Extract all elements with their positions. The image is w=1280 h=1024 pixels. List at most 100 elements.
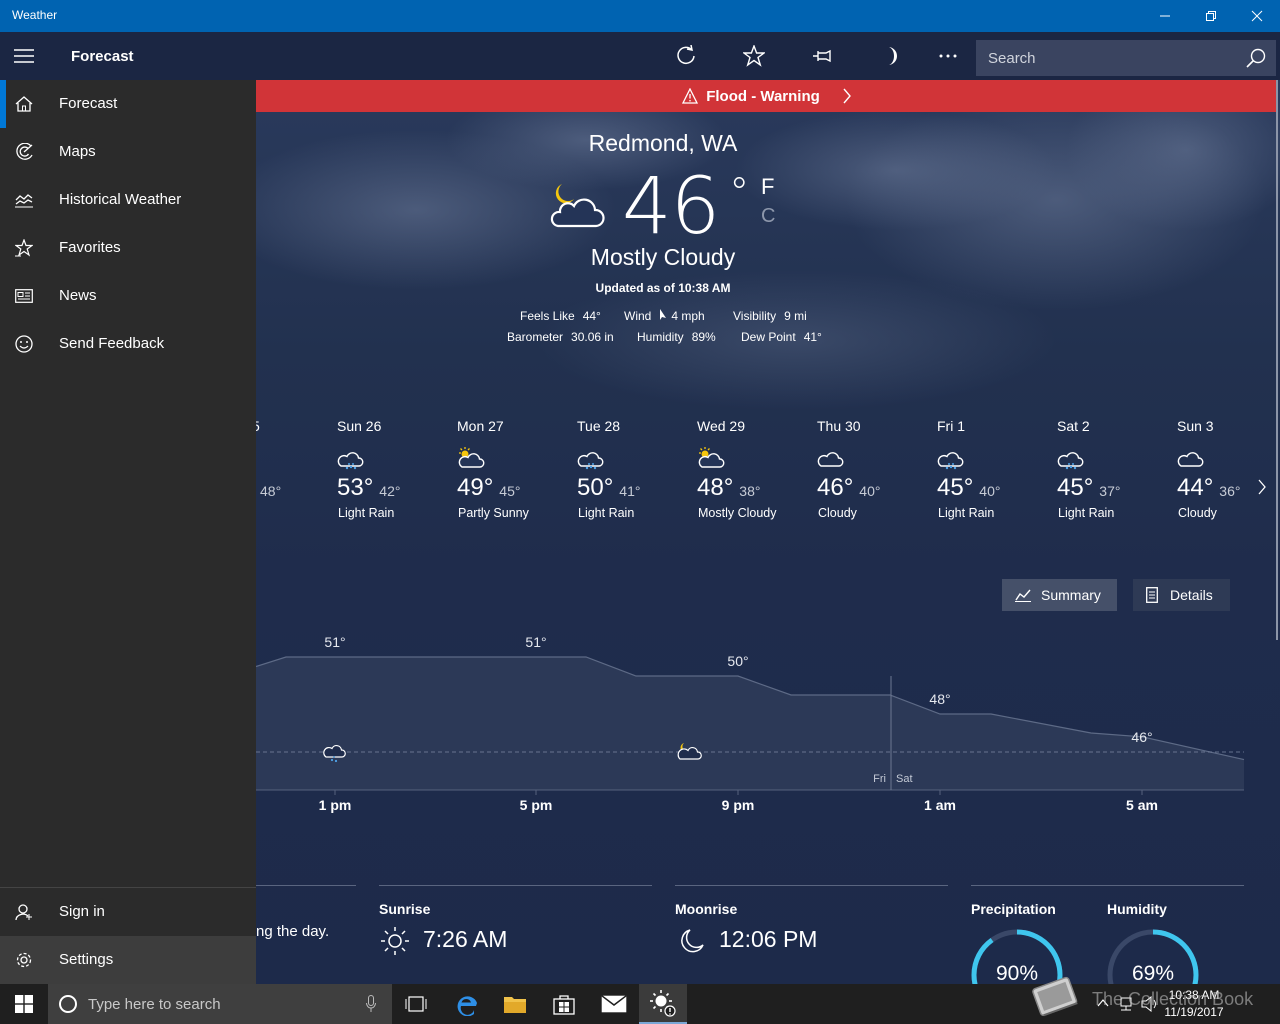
- gear-icon: [13, 949, 35, 971]
- rain-icon: [577, 446, 607, 470]
- weather-sun-icon: [650, 990, 676, 1017]
- pin-button[interactable]: [798, 32, 846, 80]
- forecast-day[interactable]: Fri 1 45° 40° Light Rain: [937, 418, 1052, 520]
- details-button[interactable]: Details: [1133, 579, 1230, 611]
- day-name: Wed 29: [697, 418, 745, 434]
- chevron-right-icon: [843, 88, 851, 104]
- forecast-day[interactable]: Thu 30 46° 40° Cloudy: [817, 418, 932, 520]
- alert-label: Flood - Warning: [706, 87, 820, 105]
- restore-button[interactable]: [1188, 0, 1234, 32]
- search-button[interactable]: [1238, 40, 1274, 76]
- microphone-icon[interactable]: [366, 995, 376, 1013]
- day-low: 41°: [619, 483, 641, 499]
- summary-button[interactable]: Summary: [1002, 579, 1117, 611]
- task-view-button[interactable]: [392, 984, 440, 1024]
- document-icon: [1146, 587, 1158, 603]
- forecast-day[interactable]: Sat 2 45° 37° Light Rain: [1057, 418, 1172, 520]
- search-icon: [1246, 48, 1266, 68]
- close-button[interactable]: [1234, 0, 1280, 32]
- temperature-area: [256, 657, 1244, 790]
- store-app[interactable]: [540, 984, 588, 1024]
- file-explorer-app[interactable]: [491, 984, 539, 1024]
- flood-warning-banner[interactable]: Flood - Warning: [256, 80, 1278, 112]
- title-bar: Weather: [0, 0, 1280, 32]
- day-condition: Light Rain: [338, 506, 395, 520]
- rain-icon: [937, 446, 967, 470]
- forecast-day[interactable]: Wed 29 48° 38° Mostly Cloudy: [697, 418, 812, 520]
- start-button[interactable]: [0, 984, 48, 1024]
- day-low: 45°: [499, 483, 521, 499]
- refresh-icon: [677, 45, 695, 65]
- dew-point-value: 41°: [803, 330, 822, 344]
- day-condition: Mostly Cloudy: [698, 506, 777, 520]
- partly-sunny-icon: [697, 446, 727, 470]
- feels-like-value: 44°: [582, 309, 601, 323]
- mail-app[interactable]: [590, 984, 638, 1024]
- day-name: Sun 26: [337, 418, 382, 434]
- day-name: Sun 3: [1177, 418, 1214, 434]
- edge-app[interactable]: [443, 984, 491, 1024]
- smiley-icon: [13, 333, 35, 355]
- scrollbar-thumb[interactable]: [1276, 80, 1278, 640]
- humidity: Humidity 89%: [637, 330, 716, 344]
- humidity-value: 89%: [691, 330, 716, 344]
- warning-icon: [682, 88, 699, 104]
- visibility: Visibility 9 mi: [733, 309, 807, 323]
- weather-app[interactable]: [639, 984, 687, 1024]
- precipitation-label: Precipitation: [971, 901, 1056, 917]
- search-input[interactable]: [988, 46, 1218, 70]
- chevron-right-icon[interactable]: [1257, 479, 1267, 495]
- nav-label: Maps: [59, 143, 96, 160]
- minimize-button[interactable]: [1142, 0, 1188, 32]
- day-low: 42°: [379, 483, 401, 499]
- forecast-day[interactable]: Mon 27 49° 45° Partly Sunny: [457, 418, 572, 520]
- summary-label: Summary: [1041, 587, 1101, 603]
- rain-icon: [1057, 446, 1087, 470]
- nav-item-settings[interactable]: Settings: [0, 936, 256, 984]
- barometer: Barometer 30.06 in: [507, 330, 614, 344]
- moonrise-label: Moonrise: [675, 901, 738, 917]
- taskbar-search-input[interactable]: [88, 994, 348, 1014]
- feels-like: Feels Like 44°: [520, 309, 601, 323]
- temperature-label: 51°: [324, 634, 345, 650]
- day-high: 45°: [1057, 474, 1094, 501]
- night-mode-button[interactable]: [866, 32, 914, 80]
- day-low: 40°: [859, 483, 881, 499]
- details-label: Details: [1170, 587, 1213, 603]
- day-name: Tue 28: [577, 418, 621, 434]
- nav-item-forecast[interactable]: Forecast: [0, 80, 256, 128]
- sunrise-icon: [381, 927, 409, 955]
- nav-item-sign-in[interactable]: Sign in: [0, 888, 256, 936]
- hamburger-menu-button[interactable]: [0, 32, 48, 80]
- nav-item-news[interactable]: News: [0, 272, 256, 320]
- forecast-day[interactable]: Sun 26 53° 42° Light Rain: [337, 418, 452, 520]
- hour-label: 5 am: [1126, 797, 1158, 813]
- navigation-pane: Forecast Maps Historical Weather Favorit…: [0, 80, 256, 984]
- unit-fahrenheit[interactable]: F: [761, 174, 774, 200]
- radar-icon: [13, 141, 35, 163]
- user-add-icon: [13, 901, 35, 923]
- nav-item-maps[interactable]: Maps: [0, 128, 256, 176]
- active-indicator: [0, 80, 6, 128]
- nav-item-favorites[interactable]: Favorites: [0, 224, 256, 272]
- star-icon: [743, 45, 765, 67]
- forecast-day[interactable]: Tue 28 50° 41° Light Rain: [577, 418, 692, 520]
- temperature-label: 46°: [1131, 729, 1152, 745]
- day-condition: Partly Sunny: [458, 506, 529, 520]
- refresh-button[interactable]: [662, 32, 710, 80]
- nav-label: Send Feedback: [59, 335, 165, 352]
- visibility-label: Visibility: [733, 309, 777, 323]
- sunset-label-clipped: [379, 976, 439, 984]
- nav-item-send-feedback[interactable]: Send Feedback: [0, 320, 256, 368]
- day-condition: Cloudy: [1178, 506, 1217, 520]
- forecast-day[interactable]: Sun 3 44° 36° Cloudy: [1177, 418, 1280, 520]
- updated-time: Updated as of 10:38 AM: [595, 281, 731, 295]
- favorite-button[interactable]: [730, 32, 778, 80]
- news-icon: [13, 285, 35, 307]
- more-options-button[interactable]: [924, 32, 972, 80]
- degree-symbol: °: [729, 170, 749, 216]
- taskbar-search[interactable]: [48, 984, 392, 1024]
- unit-celsius[interactable]: C: [761, 205, 775, 228]
- page-title: Forecast: [71, 48, 134, 65]
- nav-item-historical-weather[interactable]: Historical Weather: [0, 176, 256, 224]
